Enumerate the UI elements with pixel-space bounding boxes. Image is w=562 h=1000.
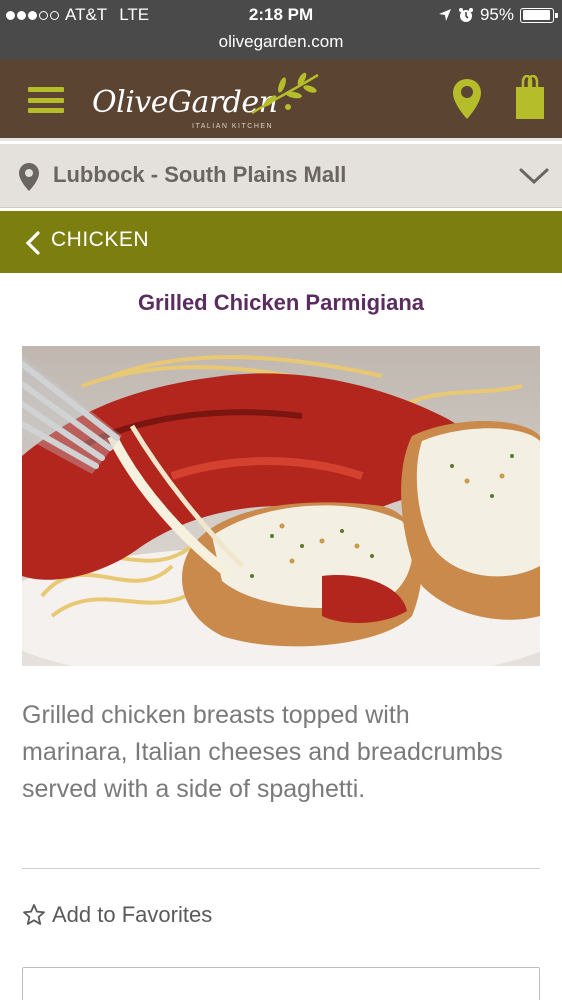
item-title: Grilled Chicken Parmigiana [137,290,425,315]
battery-percent: 95% [479,5,514,24]
divider [22,868,540,869]
hamburger-icon[interactable] [28,87,64,113]
shopping-bag-icon[interactable] [514,75,546,121]
dish-photo [22,346,540,666]
site-header: OliveGarden ITALIAN KITCHEN [0,59,562,141]
star-outline-icon [23,904,45,925]
alarm-icon [458,8,473,22]
status-right: 95% [438,5,558,25]
category-back-bar[interactable]: CHICKEN [0,211,562,273]
chevron-down-icon[interactable] [518,166,550,186]
add-to-favorites-button[interactable]: Add to Favorites [22,902,212,928]
map-pin-icon [19,163,39,191]
location-name: Lubbock - South Plains Mall [53,162,347,187]
map-pin-icon[interactable] [452,77,482,121]
item-description: Grilled chicken breasts topped with mari… [22,701,503,803]
battery-icon [520,7,558,23]
category-label[interactable]: CHICKEN [51,228,149,252]
chevron-left-icon[interactable] [24,230,42,256]
status-bar: AT&T LTE 2:18 PM 95% [0,0,562,30]
location-selector[interactable]: Lubbock - South Plains Mall [0,144,562,208]
url-bar[interactable]: olivegarden.com [0,30,562,59]
order-options-panel[interactable] [22,967,540,1000]
olive-garden-logo[interactable]: OliveGarden ITALIAN KITCHEN [92,71,332,131]
add-to-favorites-label: Add to Favorites [52,902,213,927]
olive-branch-icon [251,72,319,115]
logo-subtitle: ITALIAN KITCHEN [192,123,274,130]
location-arrow-icon [438,9,451,21]
